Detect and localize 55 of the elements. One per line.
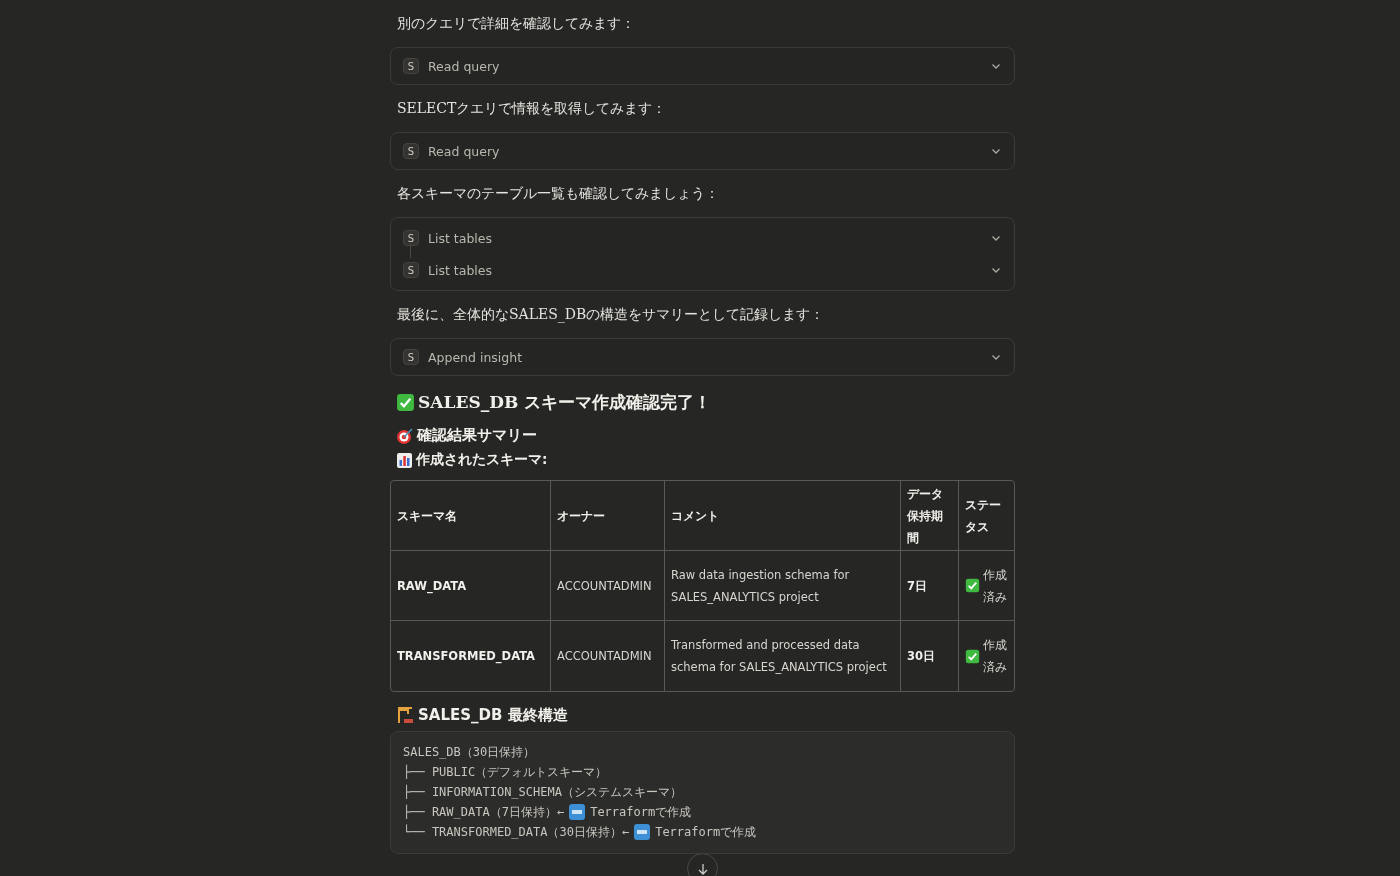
tool-letter-icon: S	[403, 58, 419, 74]
tool-letter-icon: S	[403, 143, 419, 159]
tool-call-row[interactable]: S Read query	[391, 137, 1014, 165]
target-icon	[396, 426, 414, 445]
status-text: 作成済み	[983, 637, 1007, 676]
status-text: 作成済み	[983, 566, 1007, 606]
code-line: └── TRANSFORMED_DATA（30日保持）←	[403, 823, 630, 841]
crane-icon	[396, 706, 415, 725]
paragraph: SELECTクエリで情報を取得してみます：	[397, 99, 668, 118]
table-cell: ACCOUNTADMIN	[551, 621, 665, 691]
table-cell: TRANSFORMED_DATA	[391, 621, 551, 691]
heading-text: 確認結果サマリー	[417, 426, 537, 445]
tool-call-label: Read query	[428, 58, 501, 74]
code-line: Terraformで作成	[655, 824, 757, 841]
tool-call-label: List tables	[428, 230, 493, 246]
tool-call-row[interactable]: S Read query	[391, 52, 1014, 80]
check-icon	[396, 393, 415, 412]
tool-call-row[interactable]: S Append insight	[391, 343, 1014, 371]
table-header-cell: オーナー	[551, 481, 665, 551]
tool-letter-icon: S	[403, 230, 419, 246]
code-line: Terraformで作成	[590, 804, 692, 821]
scroll-down-button[interactable]	[687, 853, 718, 876]
new-badge-icon	[569, 804, 586, 820]
paragraph: 最後に、全体的なSALES_DBの構造をサマリーとして記録します：	[397, 305, 826, 324]
bar-chart-icon	[396, 451, 413, 469]
code-line: ├── PUBLIC（デフォルトスキーマ）	[403, 763, 608, 781]
connector-line	[410, 244, 411, 258]
paragraph: 別のクエリで詳細を確認してみます：	[397, 14, 636, 33]
table-cell: ACCOUNTADMIN	[551, 551, 665, 621]
heading-text: SALES_DB スキーマ作成確認完了！	[418, 391, 712, 414]
code-line: SALES_DB（30日保持）	[403, 744, 536, 761]
tool-call-label: Append insight	[428, 349, 524, 365]
check-icon	[965, 648, 980, 664]
table-cell: 30日	[901, 621, 959, 691]
tool-letter-icon: S	[403, 349, 419, 365]
table-header-cell: スキーマ名	[391, 481, 551, 551]
code-line: ├── INFORMATION_SCHEMA（システムスキーマ）	[403, 783, 682, 801]
check-icon	[965, 578, 980, 593]
table-header-cell: ステータス	[959, 481, 1014, 551]
tool-call-label: Read query	[428, 143, 501, 159]
table-header-cell: コメント	[665, 481, 901, 551]
tool-call-row[interactable]: S List tables	[391, 222, 1014, 254]
tool-letter-icon: S	[403, 262, 419, 278]
paragraph: 各スキーマのテーブル一覧も確認してみましょう：	[397, 184, 720, 203]
code-line: ├── RAW_DATA（7日保持）←	[403, 803, 565, 821]
new-badge-icon	[634, 824, 651, 840]
heading-text: SALES_DB 最終構造	[418, 706, 568, 725]
table-cell: Transformed and processed data schema for SALES_ANALYTICS project	[665, 621, 901, 691]
heading-text: 作成されたスキーマ:	[416, 451, 548, 469]
tool-call-label: List tables	[428, 262, 493, 278]
table-cell: 7日	[901, 551, 959, 621]
table-cell: Raw data ingestion schema for SALES_ANALYTICS project	[665, 551, 901, 621]
tool-call-row[interactable]: S List tables	[391, 254, 1014, 286]
table-cell: RAW_DATA	[391, 551, 551, 621]
table-header-cell: データ保持期間	[901, 481, 959, 551]
